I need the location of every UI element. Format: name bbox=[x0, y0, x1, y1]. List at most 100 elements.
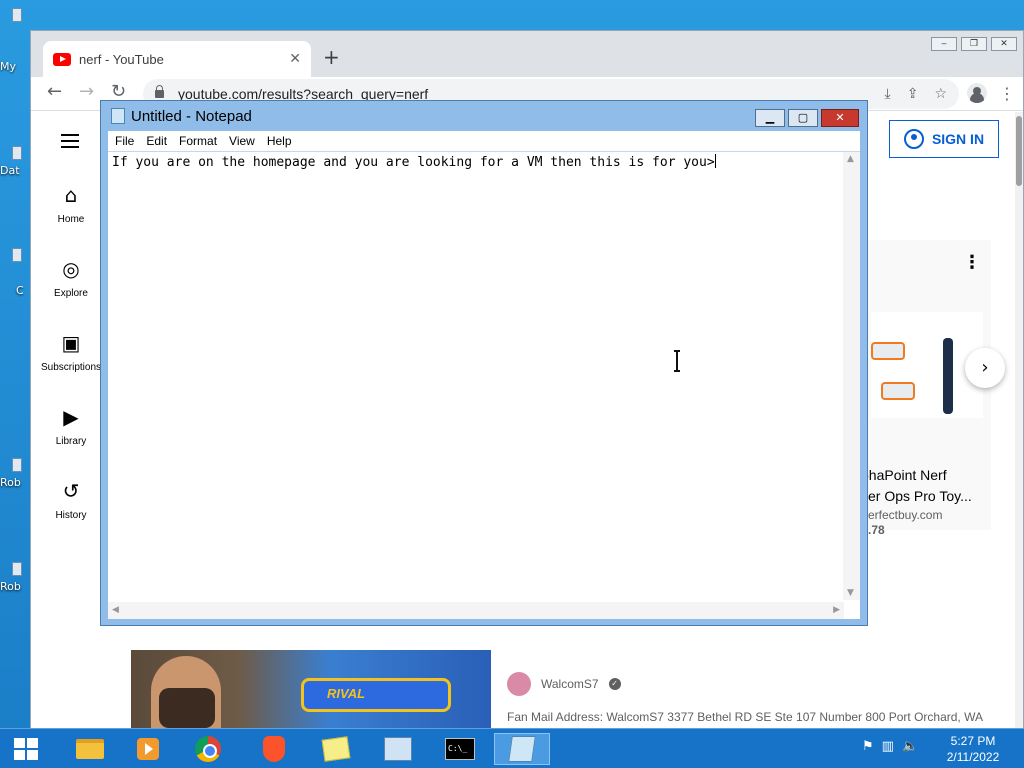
guide-label: History bbox=[55, 510, 87, 521]
forward-arrow-icon[interactable]: → bbox=[79, 81, 94, 102]
install-icon[interactable]: ⤓ bbox=[885, 86, 891, 102]
command-prompt-icon: C:\_ bbox=[445, 738, 475, 760]
tab-title: nerf - YouTube bbox=[79, 51, 164, 67]
ad-title-line: phaPoint Nerf bbox=[861, 467, 947, 483]
home-icon: ⌂ bbox=[64, 183, 78, 207]
guide-item-explore[interactable]: ◎ Explore bbox=[31, 258, 111, 332]
system-tray: ⚑ ▥ 🔈 bbox=[862, 739, 918, 754]
taskbar-command-prompt[interactable]: C:\_ bbox=[432, 733, 488, 765]
notepad-minimize-button[interactable]: ▁ bbox=[755, 109, 785, 127]
minimize-button[interactable]: ‒ bbox=[931, 37, 957, 51]
browser-menu-icon[interactable]: ⋮ bbox=[999, 84, 1015, 103]
more-options-icon[interactable]: ⋮ bbox=[963, 252, 981, 273]
subscriptions-icon: ▣ bbox=[61, 331, 81, 355]
notepad-window-controls: ▁ ▢ ✕ bbox=[755, 109, 859, 127]
menu-edit[interactable]: Edit bbox=[146, 134, 167, 148]
notepad-vertical-scrollbar[interactable]: ▲ ▼ bbox=[843, 152, 860, 600]
taskbar-chrome[interactable] bbox=[180, 733, 236, 765]
desktop-icon-label: My bbox=[0, 60, 17, 73]
notepad-close-button[interactable]: ✕ bbox=[821, 109, 859, 127]
close-button[interactable]: ✕ bbox=[991, 37, 1017, 51]
scrollbar-thumb[interactable] bbox=[1016, 116, 1022, 186]
taskbar-notepad[interactable] bbox=[494, 733, 550, 765]
start-button-icon[interactable] bbox=[14, 738, 38, 760]
menu-file[interactable]: File bbox=[115, 134, 134, 148]
taskbar-media-player[interactable] bbox=[120, 733, 176, 765]
channel-avatar[interactable] bbox=[507, 672, 531, 696]
desktop-icon[interactable] bbox=[12, 8, 22, 22]
desktop-icon[interactable] bbox=[12, 248, 22, 262]
guide-item-subscriptions[interactable]: ▣ Subscriptions bbox=[31, 332, 111, 406]
volume-icon[interactable]: 🔈 bbox=[902, 739, 918, 754]
tab-close-icon[interactable]: ✕ bbox=[289, 51, 301, 67]
guide-label: Subscriptions bbox=[40, 362, 102, 373]
notepad-taskbar-icon bbox=[508, 736, 536, 762]
channel-name[interactable]: WalcomS7 bbox=[541, 677, 599, 691]
youtube-favicon-icon bbox=[53, 52, 71, 66]
notepad-text-area[interactable]: If you are on the homepage and you are l… bbox=[108, 151, 860, 619]
hamburger-menu-icon[interactable] bbox=[61, 134, 79, 148]
taskbar-file-explorer[interactable] bbox=[62, 733, 118, 765]
guide-item-library[interactable]: ▶ Library bbox=[31, 406, 111, 480]
share-icon[interactable]: ⇪ bbox=[907, 86, 919, 102]
desktop-icon[interactable] bbox=[12, 146, 22, 160]
taskbar: C:\_ ⚑ ▥ 🔈 5:27 PM 2/11/2022 bbox=[0, 728, 1024, 768]
reload-icon[interactable]: ↻ bbox=[111, 81, 126, 102]
history-icon: ↺ bbox=[62, 479, 80, 503]
guide-label: Library bbox=[55, 436, 87, 447]
lock-icon bbox=[155, 85, 164, 98]
guide-label: Explore bbox=[54, 288, 88, 299]
desktop-icon[interactable] bbox=[12, 562, 22, 576]
scroll-up-icon[interactable]: ▲ bbox=[847, 154, 854, 164]
guide-label: Home bbox=[57, 214, 85, 225]
sign-in-button[interactable]: SIGN IN bbox=[889, 120, 999, 158]
guide-item-history[interactable]: ↺ History bbox=[31, 480, 111, 554]
sticky-notes-icon bbox=[321, 736, 351, 762]
taskbar-sticky-notes[interactable] bbox=[308, 733, 364, 765]
maximize-button[interactable]: ❐ bbox=[961, 37, 987, 51]
action-center-flag-icon[interactable]: ⚑ bbox=[862, 739, 874, 754]
control-panel-icon bbox=[384, 737, 412, 761]
page-scrollbar[interactable] bbox=[1015, 112, 1023, 728]
video-thumbnail[interactable]: RIVAL bbox=[131, 650, 491, 728]
guide-sidebar: ⌂ Home ◎ Explore ▣ Subscriptions ▶ Libra… bbox=[31, 184, 111, 554]
desktop-icon[interactable] bbox=[12, 458, 22, 472]
carousel-next-button[interactable]: › bbox=[965, 348, 1005, 388]
text-caret bbox=[714, 154, 716, 168]
clock[interactable]: 5:27 PM 2/11/2022 bbox=[940, 733, 1006, 765]
tab-strip: nerf - YouTube ✕ + ‒ ❐ ✕ bbox=[31, 31, 1023, 77]
notepad-icon bbox=[111, 108, 125, 124]
scroll-left-icon[interactable]: ◀ bbox=[112, 605, 119, 615]
blaster-image bbox=[881, 382, 915, 400]
menu-format[interactable]: Format bbox=[179, 134, 217, 148]
scroll-right-icon[interactable]: ▶ bbox=[833, 605, 840, 615]
new-tab-icon[interactable]: + bbox=[323, 45, 340, 69]
notepad-content[interactable]: If you are on the homepage and you are l… bbox=[112, 154, 716, 170]
thumbnail-text: RIVAL bbox=[327, 686, 366, 701]
ad-title[interactable]: phaPoint Nerf ser Ops Pro Toy... bbox=[861, 465, 991, 507]
profile-icon[interactable] bbox=[967, 83, 987, 103]
network-icon[interactable]: ▥ bbox=[882, 739, 894, 754]
notepad-maximize-button[interactable]: ▢ bbox=[788, 109, 818, 127]
bookmark-star-icon[interactable]: ☆ bbox=[934, 86, 947, 102]
notepad-horizontal-scrollbar[interactable]: ◀ ▶ bbox=[108, 602, 844, 619]
taskbar-brave[interactable] bbox=[246, 733, 302, 765]
scroll-down-icon[interactable]: ▼ bbox=[847, 588, 854, 598]
browser-tab[interactable]: nerf - YouTube ✕ bbox=[43, 41, 311, 77]
channel-info[interactable]: WalcomS7 ✓ bbox=[507, 672, 621, 696]
chrome-icon bbox=[195, 736, 221, 762]
menu-help[interactable]: Help bbox=[267, 134, 292, 148]
sign-in-label: SIGN IN bbox=[931, 131, 985, 147]
media-player-icon bbox=[137, 738, 159, 760]
ad-domain: erfectbuy.com bbox=[868, 508, 943, 522]
notepad-titlebar[interactable]: Untitled - Notepad ▁ ▢ ✕ bbox=[101, 101, 867, 131]
back-arrow-icon[interactable]: ← bbox=[47, 81, 62, 102]
menu-view[interactable]: View bbox=[229, 134, 255, 148]
notepad-content-text: If you are on the homepage and you are l… bbox=[112, 155, 715, 170]
window-controls: ‒ ❐ ✕ bbox=[931, 37, 1017, 51]
clock-date: 2/11/2022 bbox=[946, 750, 1000, 764]
guide-item-home[interactable]: ⌂ Home bbox=[31, 184, 111, 258]
taskbar-control-panel[interactable] bbox=[370, 733, 426, 765]
folder-icon bbox=[76, 739, 104, 759]
ad-price: .78 bbox=[868, 523, 885, 537]
